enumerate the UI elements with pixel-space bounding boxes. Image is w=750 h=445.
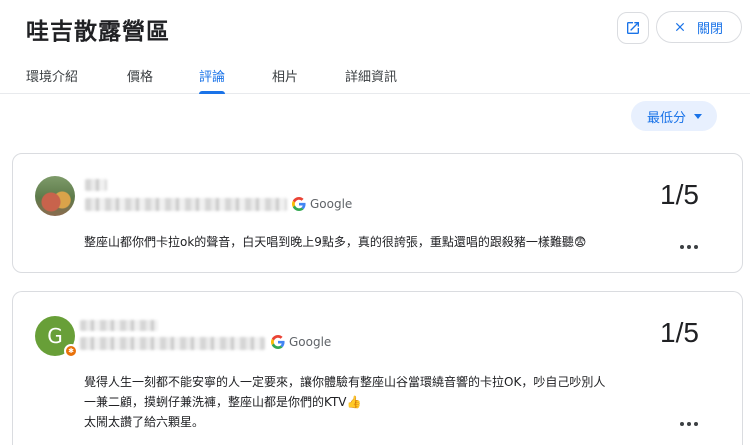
tab-details[interactable]: 詳細資訊 — [345, 66, 397, 94]
review-source-label: Google — [289, 335, 332, 349]
open-in-new-icon — [627, 22, 639, 34]
google-logo-icon — [271, 335, 285, 349]
close-label: 關閉 — [697, 21, 724, 37]
more-options-icon[interactable] — [680, 422, 698, 426]
review-text-line: 整座山都你們卡拉ok的聲音，白天唱到晚上9點多，真的很誇張，重點還唱的跟殺豬一樣… — [84, 235, 587, 249]
review-score: 1/5 — [660, 317, 699, 348]
header: 哇吉散露營區 關閉 — [0, 0, 750, 56]
blurred-reviewer-info — [80, 337, 265, 350]
tab-photos[interactable]: 相片 — [272, 66, 298, 94]
close-button[interactable]: 關閉 — [656, 11, 742, 43]
review-source-label: Google — [310, 197, 353, 211]
tab-environment[interactable]: 環境介紹 — [26, 66, 78, 94]
page-title: 哇吉散露營區 — [26, 19, 170, 45]
google-logo-icon — [292, 197, 306, 211]
review-text: 覺得人生一刻都不能安寧的人一定要來，讓你體驗有整座山谷當環繞音響的卡拉OK，吵自… — [84, 372, 684, 432]
review-card: G ✱ Google 1/5 覺得人生一刻都不能安寧的人一定要來，讓你體驗有整座… — [12, 291, 743, 445]
review-source: Google — [271, 335, 331, 349]
sort-label: 最低分 — [647, 110, 687, 126]
avatar[interactable]: G ✱ — [35, 316, 78, 358]
more-options-icon[interactable] — [680, 245, 698, 249]
blurred-reviewer-info — [85, 198, 287, 211]
tab-price[interactable]: 價格 — [127, 66, 153, 94]
local-guide-badge-icon: ✱ — [64, 344, 78, 358]
review-source: Google — [292, 197, 352, 211]
avatar-letter: G — [47, 324, 63, 348]
review-text-line: 太鬧太讚了給六顆星。 — [84, 415, 205, 429]
tab-bar: 環境介紹 價格 評論 相片 詳細資訊 — [0, 58, 750, 94]
review-text: 整座山都你們卡拉ok的聲音，白天唱到晚上9點多，真的很誇張，重點還唱的跟殺豬一樣… — [84, 232, 674, 252]
review-score: 1/5 — [660, 179, 699, 210]
review-text-line: 覺得人生一刻都不能安寧的人一定要來，讓你體驗有整座山谷當環繞音響的卡拉OK，吵自… — [84, 375, 606, 389]
avatar[interactable] — [35, 176, 75, 216]
tab-reviews[interactable]: 評論 — [199, 66, 226, 94]
blurred-reviewer-name — [85, 179, 107, 191]
review-card: Google 1/5 整座山都你們卡拉ok的聲音，白天唱到晚上9點多，真的很誇張… — [12, 153, 743, 273]
review-text-line: 一兼二顧，摸蛚仔兼洗褲，整座山都是你們的KTV👍 — [84, 395, 362, 409]
caret-down-icon — [694, 113, 703, 119]
sort-dropdown[interactable]: 最低分 — [631, 101, 717, 131]
close-icon — [675, 22, 685, 32]
blurred-reviewer-name — [80, 320, 158, 331]
open-external-button[interactable] — [617, 12, 649, 44]
